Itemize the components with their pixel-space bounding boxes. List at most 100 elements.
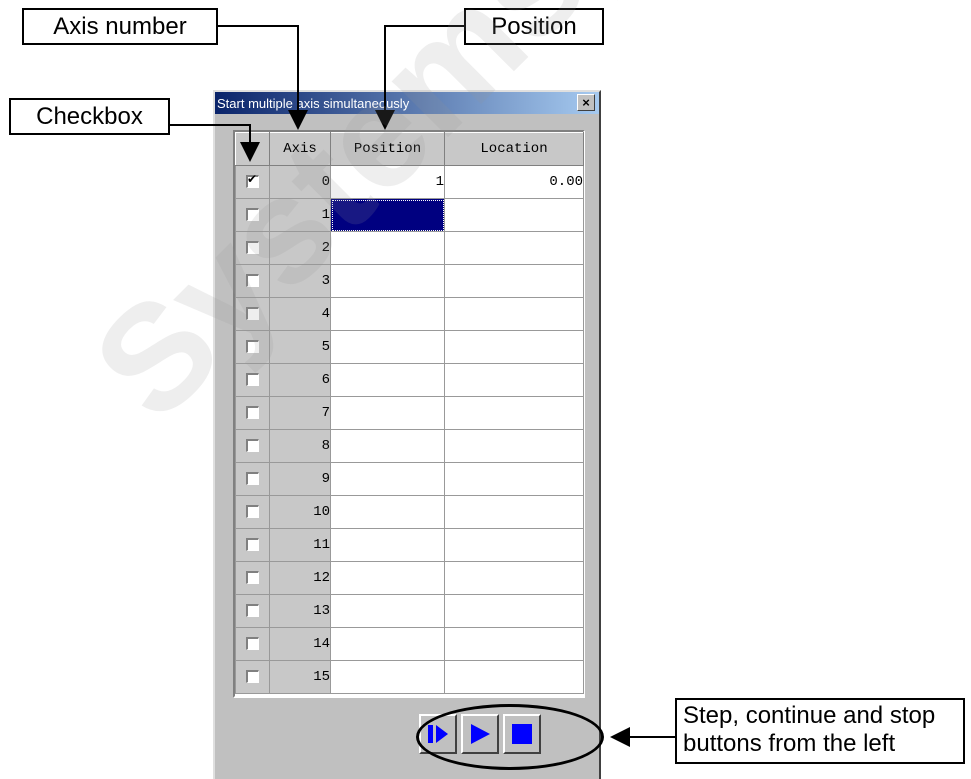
buttons-callout-line1: Step, continue and stop — [683, 702, 936, 729]
checkbox-cell — [235, 396, 270, 430]
table-row: 8 — [235, 429, 584, 463]
location-cell — [444, 396, 584, 430]
buttons-highlight-ellipse — [416, 704, 604, 770]
axis-number-cell: 15 — [269, 660, 331, 694]
position-cell[interactable] — [330, 660, 445, 694]
position-cell[interactable] — [330, 198, 445, 232]
table-row: 6 — [235, 363, 584, 397]
location-cell — [444, 330, 584, 364]
checkbox-cell — [235, 627, 270, 661]
position-cell[interactable] — [330, 330, 445, 364]
axis-number-cell: 6 — [269, 363, 331, 397]
header-position[interactable]: Position — [330, 132, 445, 166]
checkbox-callout: Checkbox — [9, 98, 170, 135]
axis-checkbox[interactable] — [246, 603, 259, 617]
axis-grid: Axis Position Location 010.0012345678910… — [233, 130, 585, 698]
position-cell[interactable] — [330, 627, 445, 661]
axis-checkbox[interactable] — [246, 471, 259, 485]
axis-checkbox[interactable] — [246, 570, 259, 584]
table-row: 12 — [235, 561, 584, 595]
location-cell — [444, 429, 584, 463]
table-row: 13 — [235, 594, 584, 628]
checkbox-cell — [235, 231, 270, 265]
table-row: 15 — [235, 660, 584, 694]
axis-number-cell: 4 — [269, 297, 331, 331]
table-row: 11 — [235, 528, 584, 562]
title-bar[interactable]: Start multiple axis simultaneously × — [215, 92, 599, 114]
table-row: 1 — [235, 198, 584, 232]
position-callout: Position — [464, 8, 604, 45]
checkbox-cell — [235, 330, 270, 364]
table-row: 010.00 — [235, 165, 584, 199]
axis-number-cell: 3 — [269, 264, 331, 298]
location-cell — [444, 363, 584, 397]
checkbox-cell — [235, 429, 270, 463]
checkbox-cell — [235, 363, 270, 397]
axis-number-cell: 12 — [269, 561, 331, 595]
position-cell[interactable] — [330, 297, 445, 331]
checkbox-cell — [235, 660, 270, 694]
position-cell[interactable] — [330, 231, 445, 265]
window-title: Start multiple axis simultaneously — [217, 95, 410, 111]
axis-number-cell: 0 — [269, 165, 331, 199]
header-axis[interactable]: Axis — [269, 132, 331, 166]
axis-checkbox[interactable] — [246, 240, 259, 254]
header-location[interactable]: Location — [444, 132, 584, 166]
axis-number-cell: 13 — [269, 594, 331, 628]
axis-number-cell: 7 — [269, 396, 331, 430]
position-cell[interactable] — [330, 495, 445, 529]
axis-checkbox[interactable] — [246, 172, 259, 188]
position-cell[interactable] — [330, 594, 445, 628]
buttons-callout: Step, continue and stop buttons from the… — [675, 698, 965, 764]
position-cell[interactable] — [330, 429, 445, 463]
axis-checkbox[interactable] — [246, 339, 259, 353]
location-cell — [444, 561, 584, 595]
position-cell[interactable] — [330, 264, 445, 298]
checkbox-cell — [235, 561, 270, 595]
location-cell — [444, 627, 584, 661]
position-cell[interactable] — [330, 396, 445, 430]
location-cell: 0.00 — [444, 165, 584, 199]
location-cell — [444, 528, 584, 562]
axis-checkbox[interactable] — [246, 438, 259, 452]
axis-table: Axis Position Location 010.0012345678910… — [235, 132, 584, 694]
table-row: 4 — [235, 297, 584, 331]
table-row: 14 — [235, 627, 584, 661]
axis-checkbox[interactable] — [246, 537, 259, 551]
position-cell[interactable] — [330, 462, 445, 496]
buttons-callout-line2: buttons from the left — [683, 730, 896, 757]
header-checkbox-column — [235, 132, 270, 166]
checkbox-cell — [235, 495, 270, 529]
table-row: 2 — [235, 231, 584, 265]
location-cell — [444, 297, 584, 331]
position-cell[interactable] — [330, 528, 445, 562]
checkbox-cell — [235, 264, 270, 298]
position-cell[interactable]: 1 — [330, 165, 445, 199]
axis-checkbox[interactable] — [246, 306, 259, 320]
close-button[interactable]: × — [577, 94, 595, 111]
header-row: Axis Position Location — [235, 132, 584, 166]
axis-number-cell: 14 — [269, 627, 331, 661]
axis-checkbox[interactable] — [246, 372, 259, 386]
table-row: 3 — [235, 264, 584, 298]
checkbox-cell — [235, 594, 270, 628]
axis-checkbox[interactable] — [246, 636, 259, 650]
axis-checkbox[interactable] — [246, 207, 259, 221]
axis-checkbox[interactable] — [246, 405, 259, 419]
location-cell — [444, 264, 584, 298]
location-cell — [444, 495, 584, 529]
axis-number-cell: 9 — [269, 462, 331, 496]
axis-number-cell: 2 — [269, 231, 331, 265]
location-cell — [444, 660, 584, 694]
table-row: 9 — [235, 462, 584, 496]
axis-checkbox[interactable] — [246, 504, 259, 518]
position-cell[interactable] — [330, 363, 445, 397]
axis-checkbox[interactable] — [246, 669, 259, 683]
table-row: 5 — [235, 330, 584, 364]
position-cell[interactable] — [330, 561, 445, 595]
axis-number-cell: 10 — [269, 495, 331, 529]
location-cell — [444, 594, 584, 628]
checkbox-cell — [235, 297, 270, 331]
checkbox-cell — [235, 165, 270, 199]
axis-checkbox[interactable] — [246, 273, 259, 287]
